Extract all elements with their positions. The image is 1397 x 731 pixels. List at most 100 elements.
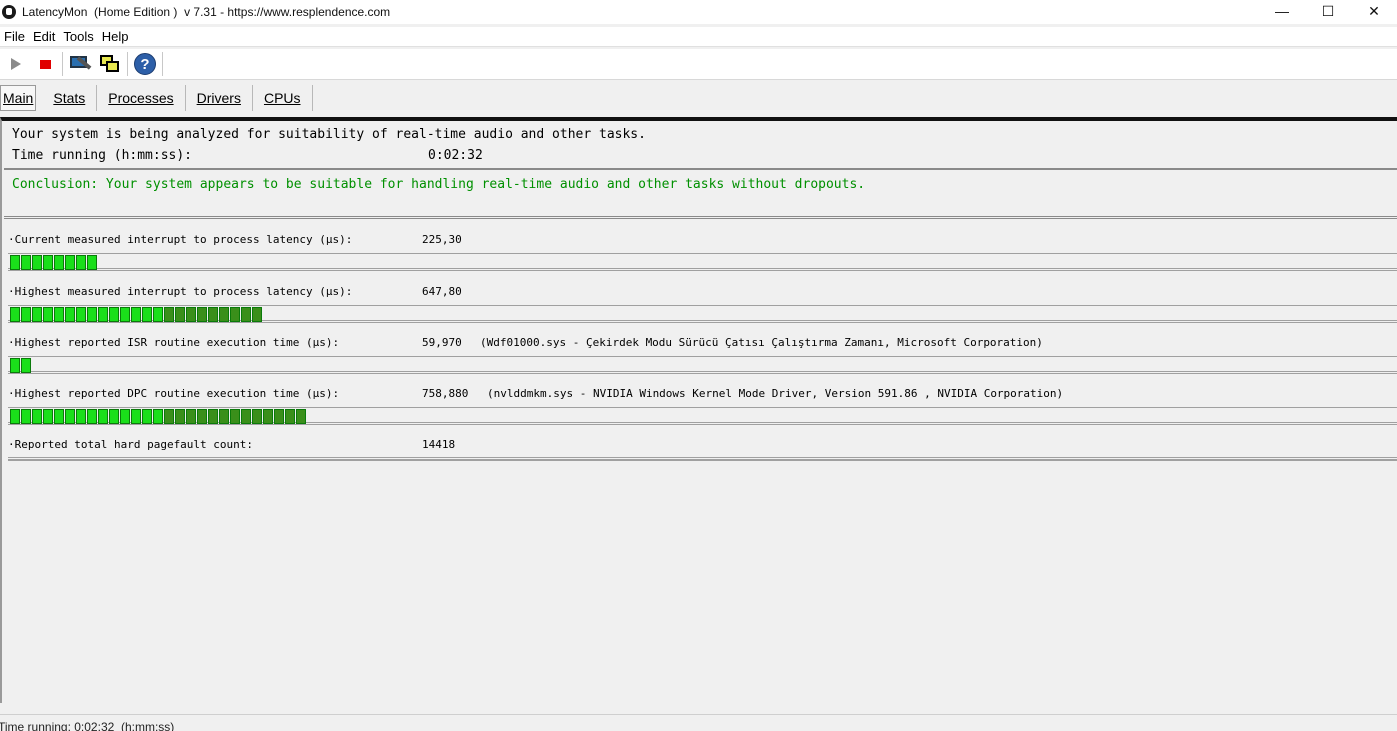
bar-segment — [32, 307, 42, 322]
tab-cpus-label: CPUs — [263, 90, 301, 106]
toolbar: ? — [0, 49, 1397, 80]
bar-segment — [32, 255, 42, 270]
app-icon — [2, 5, 16, 19]
help-icon: ? — [134, 53, 156, 75]
menu-bar: File Edit Tools Help — [0, 27, 1397, 47]
bar-segment — [120, 409, 130, 424]
windows-button[interactable] — [95, 50, 125, 78]
bar-segment — [21, 358, 31, 373]
metric-label: ·Highest reported ISR routine execution … — [8, 336, 340, 349]
bar-segment — [87, 307, 97, 322]
tab-main[interactable]: Main — [0, 85, 37, 111]
metric-label: ·Reported total hard pagefault count: — [8, 438, 254, 451]
bar-segment — [21, 307, 31, 322]
tab-main-label: Main — [3, 90, 34, 106]
bar-segment — [76, 307, 86, 322]
bar-segment — [54, 409, 64, 424]
menu-file[interactable]: File — [0, 29, 29, 44]
bar-segment — [43, 255, 53, 270]
bar-segment — [208, 409, 218, 424]
bar-segment — [120, 307, 130, 322]
bar-segment — [109, 307, 119, 322]
bar-segment — [10, 307, 20, 322]
tab-cpus[interactable]: CPUs — [253, 85, 313, 111]
tab-drivers[interactable]: Drivers — [186, 85, 253, 111]
latency-bar-fill — [10, 409, 307, 424]
help-button[interactable]: ? — [130, 50, 160, 78]
stop-icon — [39, 59, 51, 69]
bar-segment — [98, 409, 108, 424]
latency-bar-fill — [10, 358, 32, 373]
analysis-box: Your system is being analyzed for suitab… — [4, 123, 1397, 170]
menu-edit[interactable]: Edit — [29, 29, 59, 44]
close-button[interactable]: ✕ — [1351, 0, 1397, 22]
bar-segment — [10, 255, 20, 270]
time-running-label: Time running (h:mm:ss): — [12, 148, 193, 163]
bar-segment — [21, 409, 31, 424]
bar-segment — [208, 307, 218, 322]
bar-segment — [21, 255, 31, 270]
tab-drivers-label: Drivers — [196, 90, 241, 106]
bar-segment — [241, 307, 251, 322]
tab-processes[interactable]: Processes — [97, 85, 186, 111]
bar-segment — [241, 409, 251, 424]
bar-segment — [153, 307, 163, 322]
window-controls: — ☐ ✕ — [1259, 0, 1397, 24]
toolbar-separator — [127, 52, 128, 76]
bar-segment — [186, 307, 196, 322]
bar-segment — [109, 409, 119, 424]
conclusion-box: Conclusion: Your system appears to be su… — [4, 171, 1397, 219]
bar-segment — [164, 409, 174, 424]
status-bar: Time running: 0:02:32 (h:mm:ss) — [0, 714, 1397, 731]
toolbar-separator — [162, 52, 163, 76]
bar-segment — [252, 307, 262, 322]
menu-tools[interactable]: Tools — [59, 29, 97, 44]
bar-segment — [219, 307, 229, 322]
bar-segment — [65, 255, 75, 270]
bar-segment — [142, 409, 152, 424]
latency-bar — [8, 356, 1397, 374]
bar-segment — [153, 409, 163, 424]
latency-bar — [8, 253, 1397, 271]
bar-segment — [131, 409, 141, 424]
bar-segment — [274, 409, 284, 424]
stop-button[interactable] — [30, 50, 60, 78]
metric-value: 647,80 — [422, 285, 462, 298]
bar-segment — [252, 409, 262, 424]
tab-stats[interactable]: Stats — [42, 85, 98, 111]
minimize-button[interactable]: — — [1259, 0, 1305, 22]
status-text: Time running: 0:02:32 (h:mm:ss) — [0, 720, 175, 731]
tab-bar: Main Stats Processes Drivers CPUs — [0, 84, 313, 112]
start-button[interactable] — [0, 50, 30, 78]
play-icon — [11, 58, 21, 70]
bar-segment — [131, 307, 141, 322]
latency-bar-fill — [10, 307, 263, 322]
bar-segment — [76, 255, 86, 270]
metric-value: 225,30 — [422, 233, 462, 246]
tools-button[interactable] — [65, 50, 95, 78]
bar-segment — [43, 409, 53, 424]
bar-segment — [230, 307, 240, 322]
bar-segment — [32, 409, 42, 424]
latency-bar — [8, 407, 1397, 425]
metric-label: ·Highest measured interrupt to process l… — [8, 285, 353, 298]
maximize-button[interactable]: ☐ — [1305, 0, 1351, 22]
latency-bar-fill — [10, 255, 98, 270]
bar-segment — [10, 409, 20, 424]
bar-segment — [54, 307, 64, 322]
bar-segment — [175, 409, 185, 424]
bar-segment — [54, 255, 64, 270]
metric-label: ·Current measured interrupt to process l… — [8, 233, 353, 246]
bar-segment — [43, 307, 53, 322]
bar-segment — [98, 307, 108, 322]
bar-segment — [285, 409, 295, 424]
latency-bar — [8, 305, 1397, 323]
bar-segment — [219, 409, 229, 424]
title-bar: LatencyMon (Home Edition ) v 7.31 - http… — [0, 0, 1397, 24]
tools-icon — [68, 53, 92, 75]
bar-segment — [87, 409, 97, 424]
menu-help[interactable]: Help — [98, 29, 133, 44]
main-panel: Your system is being analyzed for suitab… — [0, 117, 1397, 703]
toolbar-separator — [62, 52, 63, 76]
bar-segment — [175, 307, 185, 322]
